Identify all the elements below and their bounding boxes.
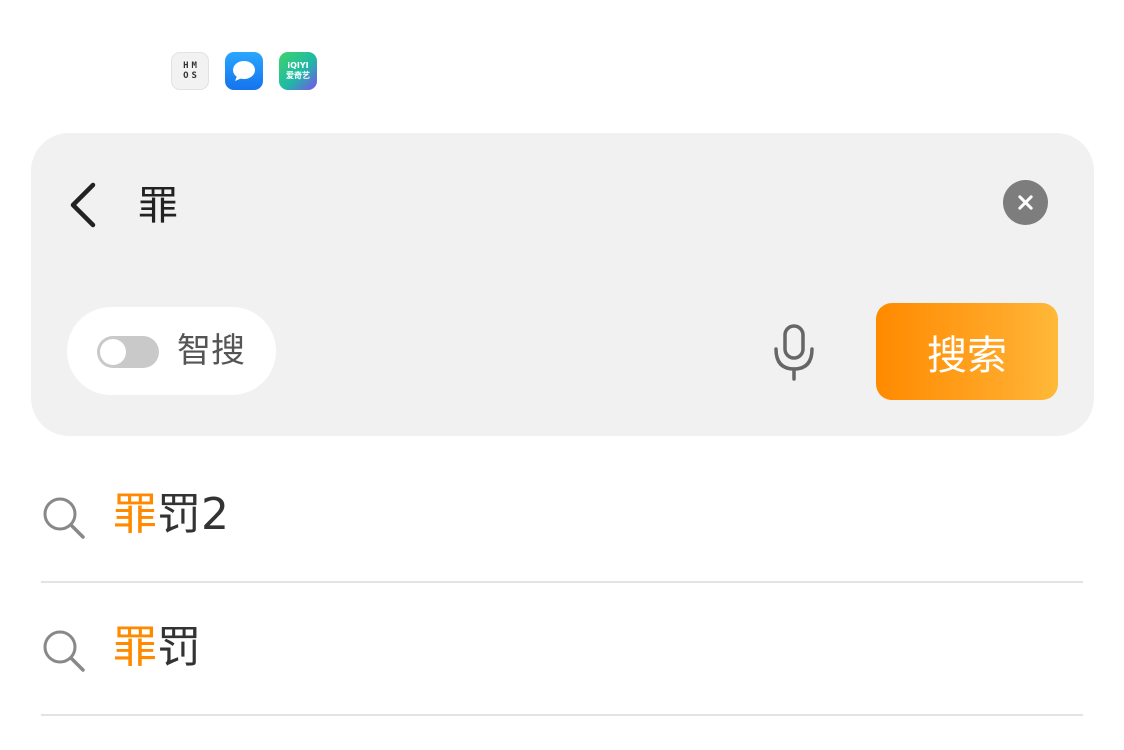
suggestion-text: 罪罚: [113, 620, 201, 676]
suggestion-highlight: 罪: [113, 489, 157, 540]
toggle-switch[interactable]: [97, 336, 159, 368]
clear-icon[interactable]: [1003, 180, 1048, 225]
hmos-icon-text-top: HM: [183, 61, 200, 71]
chat-bubble-icon: [233, 61, 255, 81]
chevron-left-icon: [70, 182, 96, 228]
toggle-knob: [100, 339, 126, 365]
suggestion-highlight: 罪: [113, 622, 157, 673]
search-icon: [43, 630, 85, 672]
microphone-icon: [774, 324, 814, 381]
smart-search-label: 智搜: [177, 331, 245, 371]
notification-icons: HM OS iQIYI 爱奇艺: [171, 52, 317, 90]
microphone-button[interactable]: [769, 323, 819, 381]
messages-icon: [225, 52, 263, 90]
suggestion-item[interactable]: 罪罚: [41, 598, 1083, 716]
hmos-icon-text-bottom: OS: [183, 71, 200, 81]
suggestion-text: 罪罚2: [113, 487, 229, 543]
smart-search-toggle[interactable]: 智搜: [67, 307, 276, 395]
iqiyi-icon-text-bottom: 爱奇艺: [286, 71, 310, 80]
back-button[interactable]: [63, 179, 109, 231]
suggestion-rest: 罚2: [157, 489, 229, 540]
search-panel: 罪 智搜 搜索: [31, 133, 1094, 436]
search-button[interactable]: 搜索: [876, 303, 1058, 400]
iqiyi-icon-text-top: iQIYI: [287, 61, 309, 70]
hmos-icon: HM OS: [171, 52, 209, 90]
iqiyi-icon: iQIYI 爱奇艺: [279, 52, 317, 90]
search-input[interactable]: 罪: [138, 181, 178, 231]
suggestion-rest: 罚: [157, 622, 201, 673]
search-icon: [43, 497, 85, 539]
suggestion-item[interactable]: 罪罚2: [41, 465, 1083, 583]
